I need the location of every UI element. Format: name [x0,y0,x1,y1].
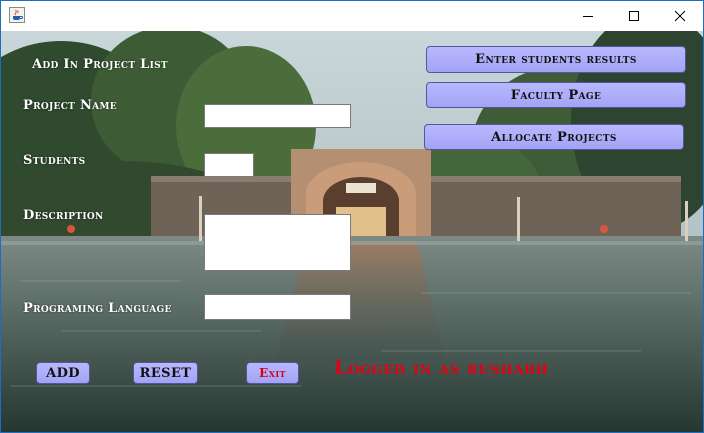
faculty-page-button[interactable]: Faculty Page [426,82,686,108]
java-coffee-icon[interactable] [9,7,25,23]
programming-language-field[interactable] [204,294,351,320]
exit-button[interactable]: Exit [246,362,299,384]
description-field[interactable] [204,214,351,271]
project-name-field[interactable] [204,104,351,128]
maximize-icon [629,11,639,21]
app-window: Add In Project List Project Name Student… [0,0,704,433]
maximize-button[interactable] [611,1,657,31]
title-bar [1,1,703,31]
allocate-projects-button[interactable]: Allocate Projects [424,124,684,150]
close-icon [674,10,686,22]
description-label: Description [23,208,104,223]
minimize-button[interactable] [565,1,611,31]
programming-language-label: Programing Language [23,301,172,316]
students-label: Students [23,153,86,168]
reset-button[interactable]: RESET [133,362,198,384]
logged-in-status: Logged in as rushabh [334,357,549,379]
add-button[interactable]: ADD [36,362,90,384]
project-name-label: Project Name [23,98,117,113]
form-heading: Add In Project List [32,57,168,72]
form-panel: Add In Project List Project Name Student… [1,31,703,432]
enter-students-results-button[interactable]: Enter students results [426,46,686,73]
minimize-icon [583,16,593,17]
close-button[interactable] [657,1,703,31]
students-field[interactable] [204,153,254,177]
